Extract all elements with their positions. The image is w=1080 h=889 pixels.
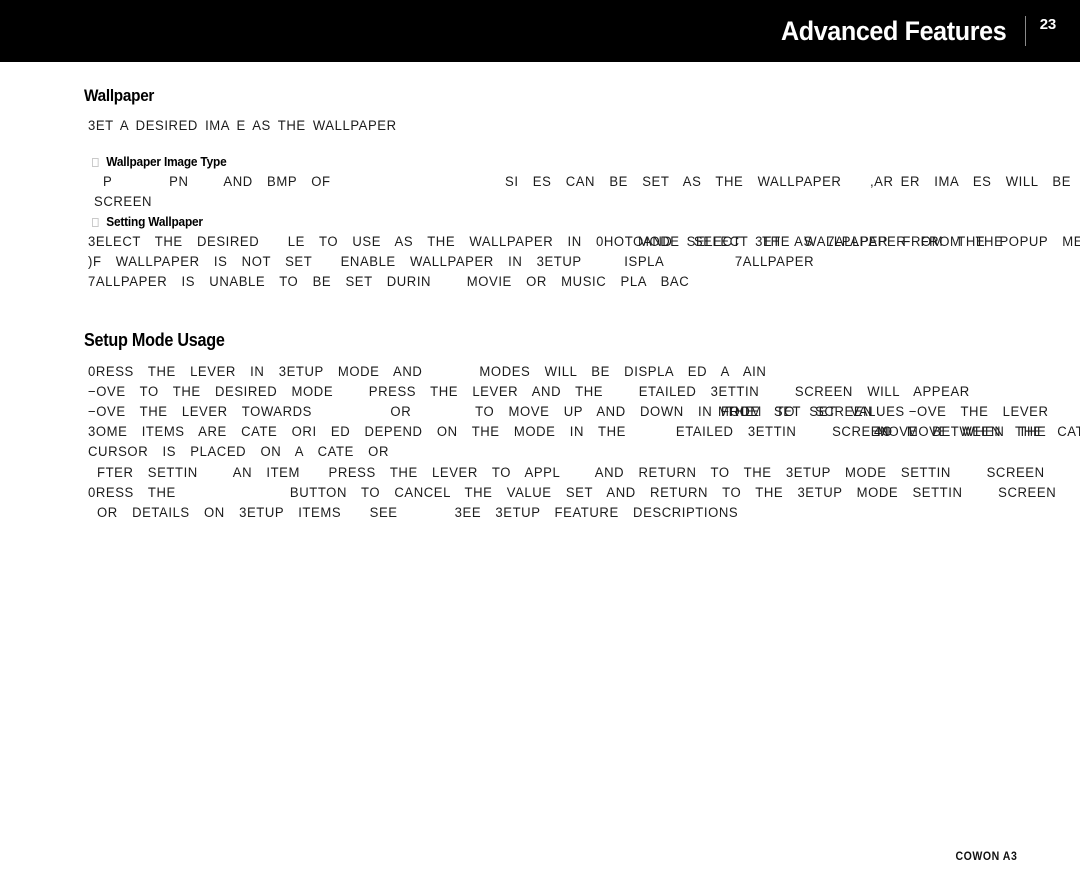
body-line: CURSOR IS PLACED ON A CATE OR bbox=[88, 444, 390, 459]
page-header-bar: Advanced Features 23 bbox=[0, 0, 1080, 62]
body-line: 0RESS THE BUTTON TO CANCEL THE VALUE SET… bbox=[88, 485, 1057, 500]
body-line: 3ELECT THE DESIRED LE TO USE AS THE WALL… bbox=[88, 234, 644, 249]
subheading-setting-wallpaper: Setting Wallpaper bbox=[92, 215, 203, 229]
section-heading-wallpaper: Wallpaper bbox=[84, 86, 155, 105]
body-line: −OVE THE LEVER TOWARDS OR TO MOVE UP AND… bbox=[88, 404, 755, 419]
subheading-label: Wallpaper Image Type bbox=[106, 155, 227, 169]
body-line: SI ES CAN BE SET AS THE WALLPAPER ,AR ER… bbox=[505, 174, 1080, 189]
overlapping-text-run: AND SELECT 3ET AS 7ALLPAPER FROM THE bbox=[643, 234, 1004, 249]
page-content: Wallpaper 3ET A DESIRED IMA E AS THE WAL… bbox=[0, 62, 1080, 889]
body-line: SCREEN bbox=[94, 194, 153, 209]
bullet-box-icon bbox=[92, 158, 99, 167]
page-title: Advanced Features bbox=[781, 15, 1007, 46]
subheading-label: Setting Wallpaper bbox=[106, 215, 203, 229]
body-line: FTER SETTIN AN ITEM PRESS THE LEVER TO A… bbox=[97, 465, 1045, 480]
body-line: 3OME ITEMS ARE CATE ORI ED DEPEND ON THE… bbox=[88, 424, 891, 439]
overlapping-text-run: 4O MOVE WHEN THE bbox=[874, 424, 1047, 439]
overlapping-text-run: FROM TO SET VALUES bbox=[721, 404, 905, 419]
bullet-box-icon bbox=[92, 218, 99, 227]
section-heading-setup-mode-usage: Setup Mode Usage bbox=[84, 330, 225, 350]
body-line: P PN AND BMP OF bbox=[103, 174, 331, 189]
header-divider bbox=[1024, 16, 1026, 46]
footer-brand: COWON A3 bbox=[955, 849, 1017, 863]
page-number: 23 bbox=[1039, 16, 1057, 33]
body-line: OR DETAILS ON 3ETUP ITEMS SEE 3EE 3ETUP … bbox=[97, 505, 739, 520]
body-line: −OVE TO THE DESIRED MODE PRESS THE LEVER… bbox=[88, 384, 970, 399]
body-line: )F WALLPAPER IS NOT SET ENABLE WALLPAPER… bbox=[88, 254, 815, 269]
subheading-wallpaper-image-type: Wallpaper Image Type bbox=[92, 155, 227, 169]
body-line: 0RESS THE LEVER IN 3ETUP MODE AND MODES … bbox=[88, 364, 767, 379]
body-line: 7ALLPAPER IS UNABLE TO BE SET DURIN MOVI… bbox=[88, 274, 690, 289]
wallpaper-intro-line: 3ET A DESIRED IMA E AS THE WALLPAPER bbox=[88, 118, 397, 133]
